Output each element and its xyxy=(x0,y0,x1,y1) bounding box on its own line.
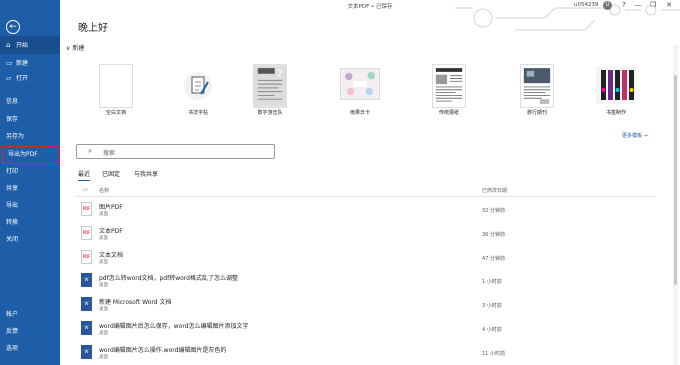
travel-journal-thumbnail xyxy=(520,64,554,108)
restore-button[interactable]: ❐ xyxy=(646,0,660,11)
number-game-thumbnail: 2 xyxy=(253,64,287,108)
template-blank[interactable]: 空白文档 xyxy=(85,62,147,122)
file-modified-date: 3 小时前 xyxy=(482,303,502,309)
template-label: 书签制作 xyxy=(605,110,626,116)
svg-text:2: 2 xyxy=(277,69,283,80)
scrollbar-thumb[interactable] xyxy=(674,75,677,285)
table-row[interactable]: PDF 图片PDF 桌面 32 分钟前 xyxy=(76,199,656,221)
word-file-icon: W xyxy=(81,321,92,335)
file-name: 文本PDF xyxy=(99,228,123,235)
back-arrow-icon[interactable]: ← xyxy=(6,20,20,34)
file-location: 桌面 xyxy=(99,355,108,360)
search-placeholder: 搜索 xyxy=(103,150,116,157)
chevron-down-icon: ∨ xyxy=(66,45,71,52)
file-location: 桌面 xyxy=(99,307,108,312)
new-section-header[interactable]: ∨ 新建 xyxy=(66,43,84,52)
pdf-file-icon: PDF xyxy=(81,226,92,240)
greeting: 晚上好 xyxy=(78,23,108,34)
bookmarks-thumbnail xyxy=(596,64,636,104)
sidebar-item-export[interactable]: 导出 xyxy=(0,197,60,215)
table-row[interactable]: Wpdf怎么转word文档，pdf转word格式乱了怎么调整 桌面 1 小时前 xyxy=(76,270,656,292)
file-location: 桌面 xyxy=(99,236,108,241)
template-newspaper[interactable]: 传统报纸 xyxy=(418,62,480,122)
sidebar-item-open[interactable]: ▱ 打开 xyxy=(0,69,60,87)
file-name: 图片PDF xyxy=(99,204,123,211)
sidebar-item-info[interactable]: 信息 xyxy=(0,93,60,111)
tab-shared[interactable]: 与我共享 xyxy=(134,169,158,178)
sidebar-item-account[interactable]: 帐户 xyxy=(0,306,60,324)
template-label: 旅行期刊 xyxy=(526,110,547,116)
sidebar-item-export-pdf[interactable]: 导出为PDF xyxy=(2,146,59,164)
table-row[interactable]: Wword编辑图片怎么操作,word编辑图片是灰色的 桌面 11 小时前 xyxy=(76,342,656,364)
word-file-icon: W xyxy=(81,345,92,359)
calligraphy-thumbnail xyxy=(181,64,215,108)
user-name[interactable]: u054239 xyxy=(574,2,598,8)
file-name: word编辑图片怎么操作,word编辑图片是灰色的 xyxy=(99,347,227,354)
sidebar-item-options[interactable]: 选项 xyxy=(0,340,60,358)
file-location: 桌面 xyxy=(99,283,108,288)
scrollbar[interactable] xyxy=(673,45,678,365)
search-icon: ⌕ xyxy=(88,147,92,155)
home-icon: ⌂ xyxy=(6,41,11,49)
file-location: 桌面 xyxy=(99,260,108,265)
file-location: 桌面 xyxy=(99,212,108,217)
file-modified-date: 1 小时前 xyxy=(482,279,502,285)
template-label: 空白文档 xyxy=(105,110,126,116)
file-modified-date: 36 分钟前 xyxy=(482,232,505,238)
folder-icon: ▱ xyxy=(6,74,12,82)
pdf-file-icon: PDF xyxy=(81,250,92,264)
word-backstage: ← ⌂ 开始 ▭ 新建 ▱ 打开 信息 保存 另存为 导出为PDF 打印 共享 导出 … xyxy=(0,0,680,365)
template-travel-journal[interactable]: 旅行期刊 xyxy=(506,62,568,122)
template-label: 数字游击队 xyxy=(257,110,283,116)
divider xyxy=(76,196,656,197)
template-card[interactable]: 雨果日卡 xyxy=(329,62,391,122)
minimize-button[interactable]: — xyxy=(631,0,645,11)
template-label: 雨果日卡 xyxy=(349,110,370,116)
file-name: word编辑图片后怎么保存，word怎么编辑图片添加文字 xyxy=(99,323,249,330)
template-label: 传统报纸 xyxy=(438,110,459,116)
sidebar-item-save[interactable]: 保存 xyxy=(0,111,60,129)
template-label: 书法字帖 xyxy=(187,110,208,116)
sidebar-item-home[interactable]: ⌂ 开始 xyxy=(0,36,60,54)
card-thumbnail xyxy=(340,68,380,100)
file-modified-date: 11 小时前 xyxy=(482,351,505,357)
template-number-game[interactable]: 2 数字游击队 xyxy=(239,62,301,122)
newspaper-thumbnail xyxy=(432,64,466,108)
file-modified-date: 32 分钟前 xyxy=(482,208,505,214)
table-row[interactable]: PDF 文本文档 桌面 47 分钟前 xyxy=(76,247,656,269)
table-row[interactable]: W 新建 Microsoft Word 文档 桌面 3 小时前 xyxy=(76,294,656,316)
file-location: 桌面 xyxy=(99,331,108,336)
title-bar: 文本PDF • 已保存 u054239 U ? — ❐ ✕ xyxy=(60,0,680,12)
word-file-icon: W xyxy=(81,297,92,311)
file-type-icon: ▭ xyxy=(83,187,88,193)
template-bookmarks[interactable]: 书签制作 xyxy=(585,62,647,122)
template-calligraphy[interactable]: 书法字帖 xyxy=(167,62,229,122)
table-row[interactable]: Wword编辑图片后怎么保存，word怎么编辑图片添加文字 桌面 4 小时前 xyxy=(76,318,656,340)
file-modified-date: 47 分钟前 xyxy=(482,256,505,262)
template-thumbnail xyxy=(99,64,133,108)
help-icon[interactable]: ? xyxy=(617,0,631,11)
search-input[interactable]: ⌕ 搜索 xyxy=(76,144,275,159)
column-name[interactable]: 名称 xyxy=(99,187,109,194)
close-button[interactable]: ✕ xyxy=(662,0,676,11)
tab-recent[interactable]: 最近 xyxy=(78,169,91,181)
file-modified-date: 4 小时前 xyxy=(482,327,502,333)
sidebar-item-close[interactable]: 关闭 xyxy=(0,231,60,249)
sidebar-item-share[interactable]: 共享 xyxy=(0,180,60,198)
sidebar-item-feedback[interactable]: 反馈 xyxy=(0,323,60,341)
word-file-icon: W xyxy=(81,273,92,287)
tab-pinned[interactable]: 已固定 xyxy=(102,169,120,178)
file-name: pdf怎么转word文档，pdf转word格式乱了怎么调整 xyxy=(99,275,238,282)
table-row[interactable]: PDF 文本PDF 桌面 36 分钟前 xyxy=(76,223,656,245)
file-name: 文本文档 xyxy=(99,252,124,259)
file-name: 新建 Microsoft Word 文档 xyxy=(99,299,172,306)
sidebar-item-save-as[interactable]: 另存为 xyxy=(0,128,60,146)
sidebar: ← ⌂ 开始 ▭ 新建 ▱ 打开 信息 保存 另存为 导出为PDF 打印 共享 导出 … xyxy=(0,0,60,365)
more-templates-link[interactable]: 更多模板 → xyxy=(622,132,648,139)
sidebar-item-print[interactable]: 打印 xyxy=(0,163,60,181)
column-modified[interactable]: 已修改日期 xyxy=(482,187,507,194)
sidebar-item-transform[interactable]: 转换 xyxy=(0,214,60,232)
avatar[interactable]: U xyxy=(603,1,612,10)
pdf-file-icon: PDF xyxy=(81,202,92,216)
